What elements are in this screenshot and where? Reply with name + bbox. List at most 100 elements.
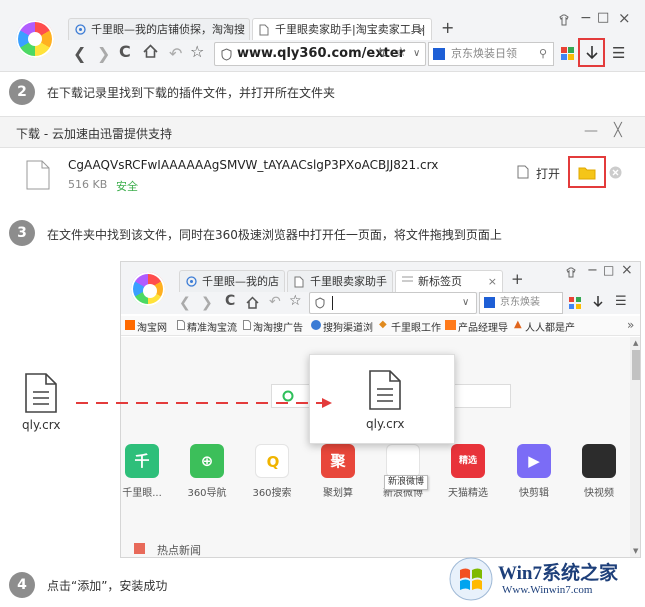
favorite-star-icon[interactable]: ☆ (190, 42, 204, 61)
quick-link-label[interactable]: 快视频 (571, 484, 627, 499)
desktop-file-name: qly.crx (22, 418, 61, 432)
bookmark-item[interactable]: 人人都是产 (525, 319, 575, 334)
tab-qly-shop[interactable]: 千里眼—我的店 (179, 270, 285, 292)
download-panel-title: 下载 - 云加速由迅雷提供支持 (16, 127, 172, 141)
tab-qly-assistant[interactable]: 千里眼卖家助手|淘宝卖家工具| × (252, 18, 432, 40)
quick-link-label[interactable]: 快剪辑 (506, 484, 562, 499)
new-tab-button[interactable]: + (441, 18, 454, 37)
home-icon[interactable] (143, 44, 158, 59)
open-folder-button[interactable] (568, 156, 606, 188)
panel-minimize-button[interactable]: — (584, 123, 598, 139)
skin-icon[interactable] (558, 14, 570, 26)
quick-link-label[interactable]: 聚划算 (310, 484, 366, 499)
tab-qly-assistant[interactable]: 千里眼卖家助手 (287, 270, 393, 292)
apps-grid-icon[interactable] (569, 297, 581, 309)
forward-button[interactable]: ❯ (97, 44, 110, 63)
bookmark-item[interactable]: 搜狗渠道浏 (323, 319, 373, 334)
bookmark-icon (125, 320, 135, 330)
quick-link-icon[interactable] (582, 444, 616, 478)
quick-link-label[interactable]: 360导航 (179, 484, 235, 499)
skin-icon[interactable] (565, 267, 576, 278)
quick-link-label[interactable]: 天猫精选 (440, 484, 496, 499)
tab-label: 千里眼—我的店 (202, 275, 279, 288)
address-bar[interactable]: www.qly360.com/exter ↯ ☆ ∨ (214, 42, 426, 66)
document-icon (368, 369, 402, 411)
bookmark-taobao[interactable]: 淘宝网 (137, 319, 167, 334)
remove-download-icon[interactable] (609, 166, 622, 179)
bookmarks-more[interactable]: » (627, 318, 634, 332)
open-file-button[interactable]: 打开 (536, 165, 560, 182)
quick-link-label[interactable]: 千里眼... (121, 484, 170, 499)
bookmark-star-icon[interactable]: ☆ (395, 42, 407, 64)
forward-button[interactable]: ❯ (201, 295, 213, 311)
safe-badge: 安全 (116, 180, 138, 193)
document-icon[interactable] (24, 372, 58, 414)
quick-link-icon[interactable]: Q (255, 444, 289, 478)
bookmark-item[interactable]: 淘淘搜广告 (253, 319, 303, 334)
shield-icon (315, 297, 325, 309)
refresh-button[interactable]: C (225, 293, 235, 309)
search-icon[interactable]: ⚲ (539, 43, 547, 65)
bookmark-item[interactable]: 产品经理导 (458, 319, 508, 334)
quick-link-icon[interactable]: 千 (125, 444, 159, 478)
tooltip-text: 新浪微博 (388, 477, 425, 487)
menu-icon[interactable]: ☰ (615, 294, 627, 309)
quick-link-glyph: 精选 (458, 456, 477, 466)
quick-link-icon[interactable]: ▶ (517, 444, 551, 478)
download-button[interactable] (592, 295, 604, 309)
tab-close-icon[interactable]: × (488, 271, 497, 292)
search-box[interactable]: 京东焕装日领 ⚲ (428, 42, 554, 66)
bookmark-page-icon (177, 320, 185, 330)
undo-icon[interactable]: ↶ (169, 44, 182, 63)
address-bar[interactable]: ∨ (309, 292, 477, 314)
tab-page-icon (259, 24, 269, 36)
windows-logo-icon (448, 556, 494, 602)
lightning-icon[interactable]: ↯ (377, 43, 388, 65)
new-tab-button[interactable]: + (511, 270, 524, 288)
news-label[interactable]: 热点新闻 (157, 542, 201, 557)
search-box[interactable]: 京东焕装 (479, 292, 563, 314)
favorite-star-icon[interactable]: ☆ (289, 293, 302, 309)
home-icon[interactable] (246, 296, 259, 309)
refresh-button[interactable]: C (119, 42, 131, 61)
drag-file-name: qly.crx (366, 417, 405, 431)
file-name[interactable]: CgAAQVsRCFwIAAAAAAgSMVW_tAYAACslgP3PXoAC… (68, 158, 438, 172)
dropdown-icon[interactable]: ∨ (413, 43, 420, 65)
scrollbar[interactable]: ▲ ▼ (630, 337, 640, 557)
close-window-button[interactable]: × (621, 262, 633, 278)
tab-qly-shop[interactable]: 千里眼—我的店铺侦探，淘淘搜 (68, 18, 250, 40)
panel-close-button[interactable]: ╳ (614, 123, 622, 138)
search-engine-icon (433, 48, 445, 60)
bookmark-sogou-icon (311, 320, 321, 330)
quick-link-icon[interactable]: 聚 (321, 444, 355, 478)
quick-link-icon[interactable]: ⊕ (190, 444, 224, 478)
quick-link-icon[interactable]: 精选 (451, 444, 485, 478)
back-button[interactable]: ❮ (73, 44, 86, 63)
minimize-button[interactable]: − (580, 10, 592, 26)
quick-link-label[interactable]: 360搜索 (244, 484, 300, 499)
back-button[interactable]: ❮ (179, 295, 191, 311)
download-button[interactable] (578, 38, 605, 67)
download-panel: 下载 - 云加速由迅雷提供支持 — ╳ CgAAQVsRCFwIAAAAAAgS… (0, 116, 645, 206)
file-size: 516 KB (68, 178, 108, 191)
minimize-button[interactable]: − (587, 263, 598, 278)
scroll-up-icon[interactable]: ▲ (633, 339, 638, 347)
shield-icon (221, 48, 232, 61)
step-number: 4 (9, 572, 35, 598)
apps-grid-icon[interactable] (561, 47, 574, 60)
maximize-button[interactable]: □ (597, 10, 609, 25)
maximize-button[interactable]: □ (603, 263, 614, 277)
close-window-button[interactable]: × (618, 9, 631, 27)
search-placeholder: 京东焕装 (500, 297, 540, 308)
tab-new-tab[interactable]: 新标签页 × (395, 270, 503, 292)
menu-icon[interactable]: ☰ (612, 44, 625, 62)
bookmark-item[interactable]: 精准淘宝流 (187, 319, 237, 334)
quick-link-icon[interactable] (386, 444, 420, 478)
quick-link-glyph: 千 (134, 452, 150, 470)
dropdown-icon[interactable]: ∨ (462, 292, 469, 314)
open-file-icon[interactable] (517, 165, 529, 179)
tab-close-icon[interactable]: × (417, 19, 426, 40)
scrollbar-thumb[interactable] (632, 350, 640, 380)
bookmark-item[interactable]: 千里眼工作 (391, 319, 441, 334)
undo-icon[interactable]: ↶ (269, 294, 281, 310)
